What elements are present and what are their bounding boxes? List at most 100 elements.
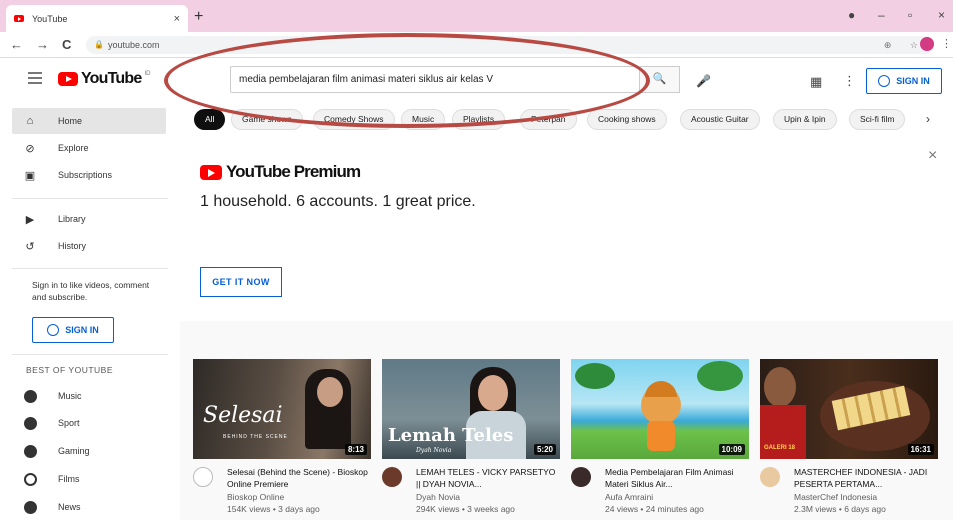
- video-thumbnail[interactable]: 10:09: [571, 359, 749, 459]
- search-button[interactable]: 🔍: [640, 66, 680, 93]
- close-icon[interactable]: ×: [928, 147, 937, 165]
- chip-upin-ipin[interactable]: Upin & Ipin: [773, 109, 837, 130]
- tab-title: YouTube: [32, 13, 68, 24]
- url-text: youtube.com: [108, 40, 160, 50]
- signin-prompt: Sign in to like videos, comment and subs…: [32, 280, 150, 302]
- chip-music[interactable]: Music: [401, 109, 446, 130]
- chip-all[interactable]: All: [194, 109, 226, 130]
- chip-peterpan[interactable]: Peterpan: [520, 109, 577, 130]
- forward-button[interactable]: →: [36, 37, 49, 52]
- channel-avatar[interactable]: [193, 467, 213, 487]
- best-of-youtube-heading: BEST OF YOUTUBE: [26, 365, 114, 375]
- sidebar-item-history[interactable]: ↺ History: [12, 233, 166, 259]
- tab-close-icon[interactable]: ×: [174, 13, 180, 25]
- chip-game-shows[interactable]: Game shows: [231, 109, 303, 130]
- sidebar-item-label: Subscriptions: [58, 170, 113, 180]
- video-feed: Selesai BEHIND THE SCENE 8:13 Selesai (B…: [180, 321, 953, 520]
- chip-sci-fi[interactable]: Sci-fi film: [849, 109, 906, 130]
- chip-playlists[interactable]: Playlists: [452, 109, 506, 130]
- video-card[interactable]: Lemah Teles Dyah Novia 5:20 LEMAH TELES …: [382, 359, 560, 519]
- sidebar-signin-button[interactable]: SIGN IN: [32, 317, 114, 343]
- browser-profile-avatar[interactable]: [920, 37, 934, 51]
- duration-badge: 10:09: [718, 444, 745, 455]
- sidebar-item-films[interactable]: Films: [12, 466, 166, 492]
- video-title[interactable]: LEMAH TELES - VICKY PARSETYO || DYAH NOV…: [416, 466, 560, 490]
- music-icon: [22, 388, 38, 404]
- sidebar-item-sport[interactable]: Sport: [12, 410, 166, 436]
- window-close-button[interactable]: ×: [938, 8, 945, 22]
- chip-comedy-shows[interactable]: Comedy Shows: [313, 109, 395, 130]
- signin-button[interactable]: SIGN IN: [866, 68, 942, 94]
- sidebar-item-label: Music: [58, 391, 82, 401]
- search-input[interactable]: media pembelajaran film animasi materi s…: [230, 66, 640, 93]
- video-thumbnail[interactable]: GALERI 18 16:31: [760, 359, 938, 459]
- sidebar-item-label: History: [58, 241, 87, 251]
- hamburger-menu-icon[interactable]: [28, 72, 42, 87]
- channel-avatar[interactable]: [760, 467, 780, 487]
- channel-name[interactable]: Aufa Amraini: [605, 492, 653, 502]
- back-button[interactable]: ←: [10, 37, 23, 52]
- films-icon: [22, 471, 38, 487]
- chip-acoustic-guitar[interactable]: Acoustic Guitar: [680, 109, 760, 130]
- browser-menu-icon[interactable]: ⋮: [941, 37, 952, 50]
- browser-tab-bar: YouTube × + ● – ▫ ×: [0, 0, 953, 32]
- sidebar-item-label: Library: [58, 214, 86, 224]
- chevron-right-icon[interactable]: ›: [926, 112, 930, 126]
- sidebar-item-subscriptions[interactable]: ▣ Subscriptions: [12, 162, 166, 188]
- minimize-button[interactable]: –: [878, 8, 885, 22]
- sport-icon: [22, 415, 38, 431]
- video-card[interactable]: 10:09 Media Pembelajaran Film Animasi Ma…: [571, 359, 749, 519]
- settings-menu-icon[interactable]: ⋮: [843, 73, 856, 89]
- thumbnail-title-text: Lemah Teles: [388, 425, 514, 446]
- channel-avatar[interactable]: [571, 467, 591, 487]
- video-thumbnail[interactable]: Selesai BEHIND THE SCENE 8:13: [193, 359, 371, 459]
- reload-button[interactable]: C: [62, 37, 71, 52]
- video-title[interactable]: MASTERCHEF INDONESIA - JADI PESERTA PERT…: [794, 466, 938, 490]
- apps-grid-icon[interactable]: ▦: [810, 74, 822, 90]
- get-it-now-button[interactable]: GET IT NOW: [200, 267, 282, 297]
- thumbnail-subtitle-text: GALERI 18: [764, 445, 796, 451]
- youtube-logo[interactable]: YouTube ID: [58, 70, 150, 88]
- sidebar-item-explore[interactable]: ⊘ Explore: [12, 135, 166, 161]
- region-code: ID: [144, 71, 151, 77]
- browser-tab[interactable]: YouTube ×: [6, 5, 188, 32]
- sidebar-item-gaming[interactable]: Gaming: [12, 438, 166, 464]
- channel-avatar[interactable]: [382, 467, 402, 487]
- sidebar-item-label: Explore: [58, 143, 89, 153]
- microphone-icon[interactable]: 🎤: [696, 74, 711, 88]
- profile-dot-icon[interactable]: ●: [848, 8, 855, 22]
- channel-name[interactable]: MasterChef Indonesia: [794, 492, 877, 502]
- sidebar-divider: [12, 268, 168, 269]
- video-card[interactable]: Selesai BEHIND THE SCENE 8:13 Selesai (B…: [193, 359, 371, 519]
- chip-cooking-shows[interactable]: Cooking shows: [587, 109, 667, 130]
- signin-label: SIGN IN: [65, 325, 99, 335]
- sidebar-item-music[interactable]: Music: [12, 383, 166, 409]
- logo-text: YouTube: [81, 70, 142, 87]
- maximize-button[interactable]: ▫: [908, 8, 912, 22]
- sidebar-divider: [12, 354, 168, 355]
- video-stats: 2.3M views • 6 days ago: [794, 504, 886, 514]
- subscriptions-icon: ▣: [24, 169, 36, 182]
- news-icon: [22, 499, 38, 515]
- channel-name[interactable]: Bioskop Online: [227, 492, 284, 502]
- video-stats: 154K views • 3 days ago: [227, 504, 320, 514]
- youtube-favicon-icon: [14, 15, 24, 22]
- lock-icon: 🔒: [94, 40, 104, 49]
- channel-name[interactable]: Dyah Novia: [416, 492, 460, 502]
- user-circle-icon: [878, 75, 891, 87]
- video-title[interactable]: Selesai (Behind the Scene) - Bioskop Onl…: [227, 466, 371, 490]
- video-thumbnail[interactable]: Lemah Teles Dyah Novia 5:20: [382, 359, 560, 459]
- sidebar-item-label: Films: [58, 474, 80, 484]
- new-tab-button[interactable]: +: [194, 8, 203, 26]
- video-stats: 24 views • 24 minutes ago: [605, 504, 704, 514]
- video-title[interactable]: Media Pembelajaran Film Animasi Materi S…: [605, 466, 749, 490]
- sidebar-item-home[interactable]: ⌂ Home: [12, 108, 166, 134]
- youtube-play-icon: [58, 72, 78, 86]
- duration-badge: 5:20: [533, 444, 556, 455]
- filter-chips-bar: All Game shows Comedy Shows Music Playli…: [186, 104, 953, 136]
- compass-icon: ⊘: [25, 142, 35, 155]
- url-field[interactable]: 🔒 youtube.com ⊕ ☆: [86, 36, 934, 54]
- sidebar-item-news[interactable]: News: [12, 494, 166, 520]
- video-card[interactable]: GALERI 18 16:31 MASTERCHEF INDONESIA - J…: [760, 359, 938, 519]
- sidebar-item-library[interactable]: ▶ Library: [12, 206, 166, 232]
